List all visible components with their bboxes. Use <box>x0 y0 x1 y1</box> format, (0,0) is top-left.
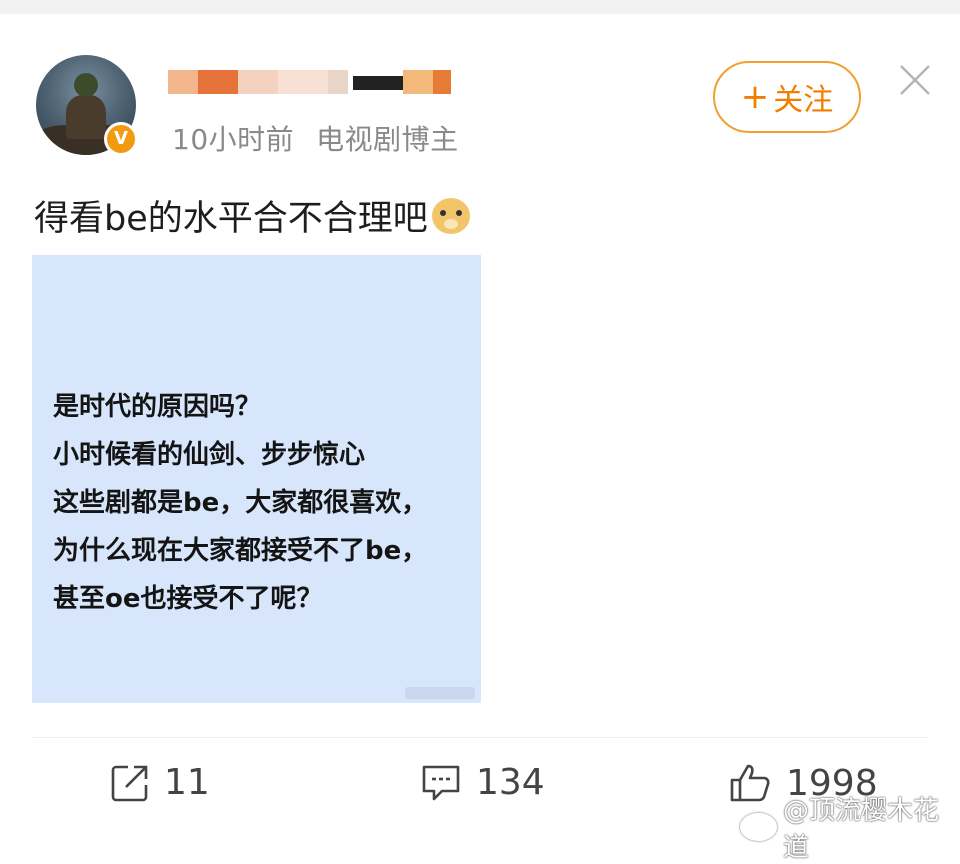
image-line: 甚至oe也接受不了呢？ <box>53 584 323 614</box>
watermark-text: @顶流樱木花道 <box>783 796 940 863</box>
username-redacted[interactable] <box>168 62 453 102</box>
post-meta: 10小时前 电视剧博主 <box>172 118 459 158</box>
share-icon <box>111 765 148 801</box>
weibo-watermark: @顶流樱木花道 <box>740 790 960 864</box>
image-line: 为什么现在大家都接受不了be， <box>53 536 428 566</box>
share-button[interactable]: 11 <box>110 762 210 803</box>
post-text: 得看be的水平合不合理吧 <box>34 190 470 241</box>
comment-count: 134 <box>476 762 545 803</box>
follow-label: 关注 <box>773 83 834 118</box>
image-text: 是时代的原因吗？ 小时候看的仙剑、步步惊心 这些剧都是be，大家都很喜欢， 为什… <box>53 383 427 623</box>
comment-button[interactable]: 134 <box>420 762 545 803</box>
post-body: 得看be的水平合不合理吧 <box>34 199 428 239</box>
post-time: 10小时前 <box>172 123 295 156</box>
comment-icon <box>422 765 460 800</box>
image-watermark-blur <box>405 687 475 699</box>
image-line: 是时代的原因吗？ <box>53 392 262 422</box>
weibo-logo-icon <box>740 813 778 841</box>
share-count: 11 <box>164 762 210 803</box>
close-icon[interactable] <box>898 63 932 97</box>
divider <box>32 737 928 738</box>
top-bar <box>0 0 960 14</box>
image-line: 小时候看的仙剑、步步惊心 <box>53 440 366 470</box>
post-image[interactable]: 是时代的原因吗？ 小时候看的仙剑、步步惊心 这些剧都是be，大家都很喜欢， 为什… <box>32 255 481 703</box>
author-role: 电视剧博主 <box>316 123 459 156</box>
image-line: 这些剧都是be，大家都很喜欢， <box>53 488 428 518</box>
follow-button[interactable]: + 关注 <box>713 61 861 133</box>
verified-badge-icon: V <box>104 122 138 156</box>
plus-icon: + <box>740 77 770 117</box>
doge-emoji-icon <box>431 197 470 234</box>
